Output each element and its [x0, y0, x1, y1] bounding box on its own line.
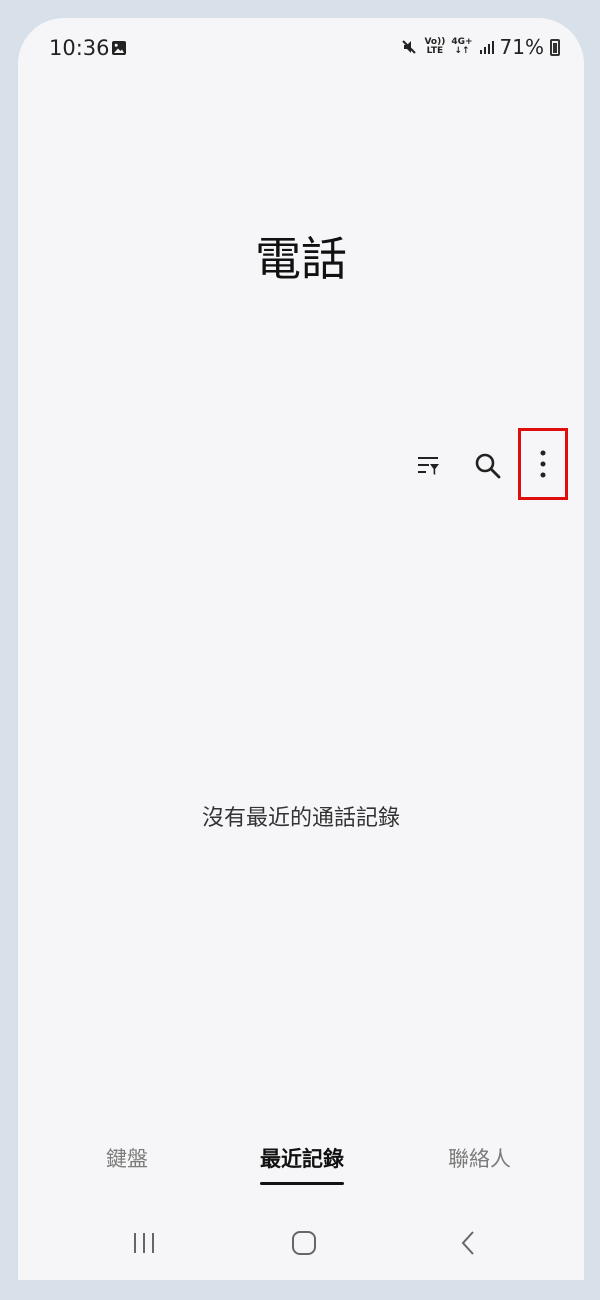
network-4g-icon: 4G+ ↓↑: [451, 37, 473, 56]
status-bar: 10:36 Vo)) LTE 4G+ ↓↑ 71%: [18, 18, 584, 78]
tab-keypad[interactable]: 鍵盤: [106, 1143, 148, 1173]
home-icon: [292, 1231, 316, 1255]
empty-state-message: 沒有最近的通話記錄: [201, 806, 400, 831]
page-title: 電話: [255, 232, 347, 286]
recent-apps-icon: [134, 1233, 154, 1253]
search-button[interactable]: [464, 442, 512, 490]
mute-icon: [402, 40, 417, 54]
recent-apps-button[interactable]: [124, 1226, 164, 1260]
battery-percentage: 71%: [499, 35, 544, 59]
toolbar: [398, 428, 574, 504]
status-time: 10:36: [49, 36, 110, 60]
signal-icon: [479, 40, 494, 54]
device-frame: 10:36 Vo)) LTE 4G+ ↓↑ 71% 電話 沒有最近的通話記錄 鍵…: [0, 0, 600, 1300]
more-options-button[interactable]: [518, 428, 568, 500]
bottom-tab-bar: 鍵盤 最近記錄 聯絡人: [18, 1143, 584, 1193]
back-button[interactable]: [448, 1226, 488, 1260]
tab-contacts[interactable]: 聯絡人: [448, 1143, 511, 1173]
system-navigation-bar: [18, 1214, 584, 1272]
gallery-icon: [112, 41, 126, 55]
filter-icon: [418, 457, 439, 475]
battery-icon: [550, 38, 560, 56]
search-icon: [475, 453, 501, 479]
status-icons: Vo)) LTE 4G+ ↓↑ 71%: [400, 35, 560, 59]
filter-button[interactable]: [404, 442, 452, 490]
more-options-icon: [540, 450, 546, 478]
tab-recents[interactable]: 最近記錄: [260, 1143, 344, 1185]
home-button[interactable]: [284, 1226, 324, 1260]
back-icon: [461, 1231, 474, 1255]
phone-screen: 10:36 Vo)) LTE 4G+ ↓↑ 71% 電話 沒有最近的通話記錄 鍵…: [18, 18, 584, 1280]
volte-icon: Vo)) LTE: [424, 37, 446, 56]
